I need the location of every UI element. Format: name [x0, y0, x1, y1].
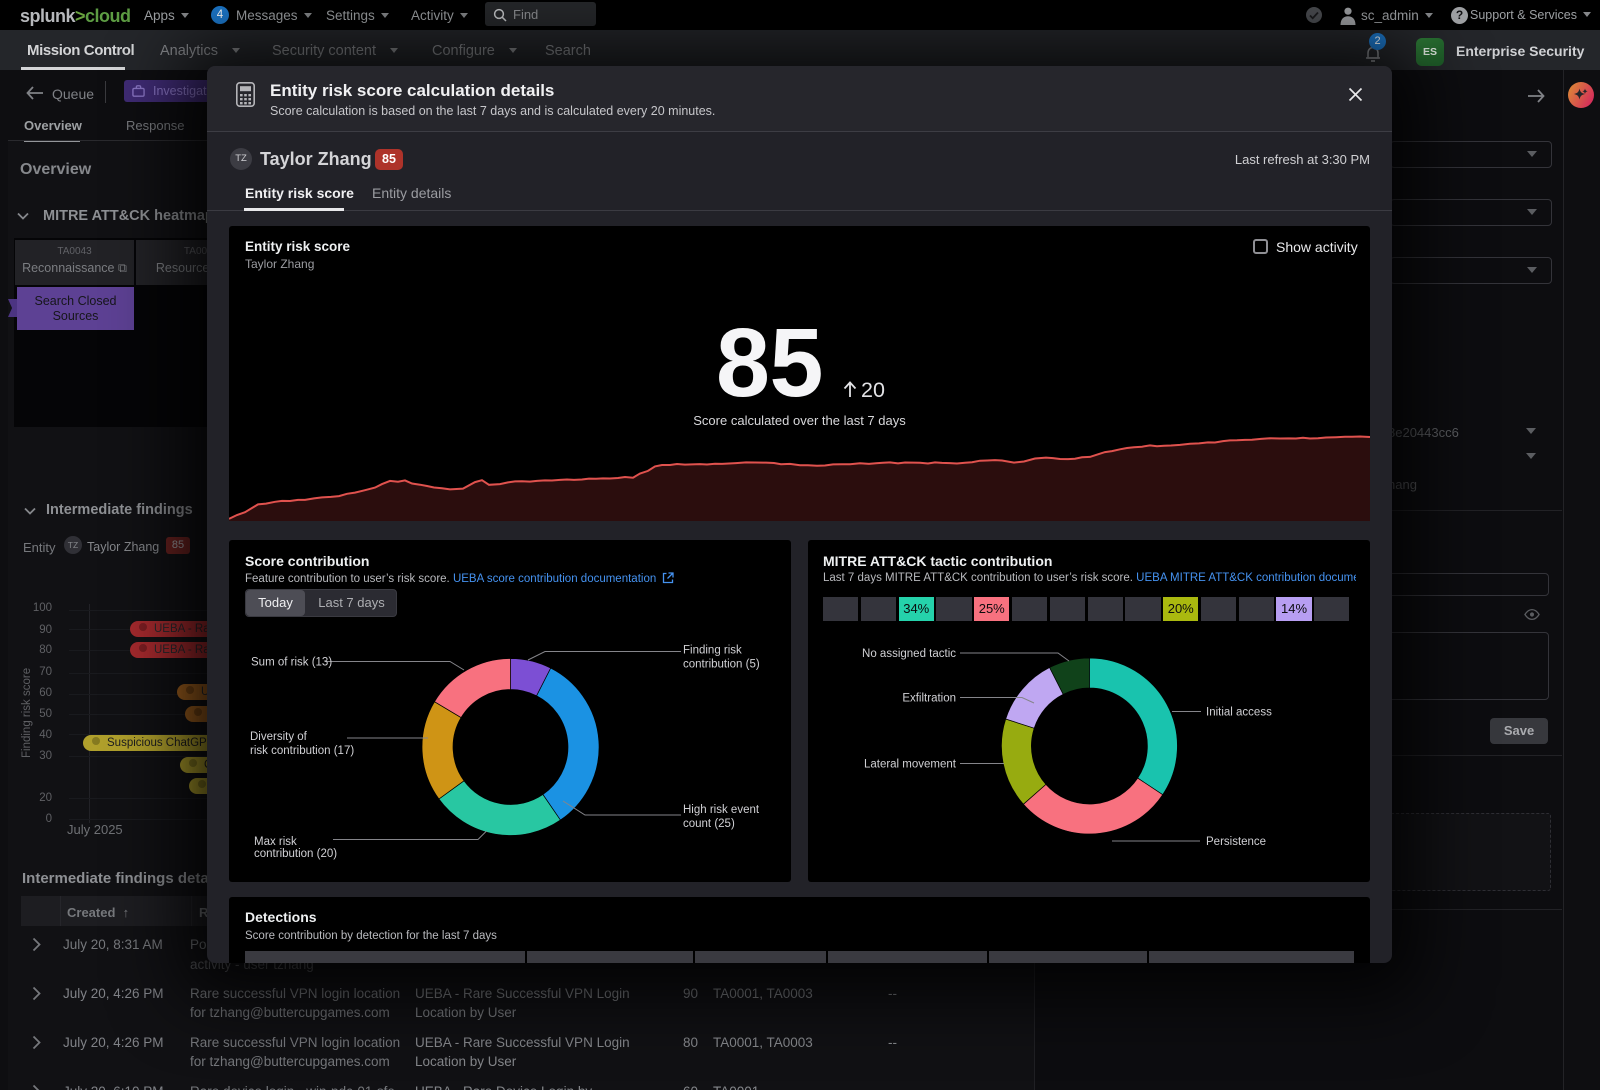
svg-text:Persistence: Persistence — [1206, 836, 1266, 848]
svg-text:contribution (20): contribution (20) — [254, 848, 337, 860]
svg-text:count (25): count (25) — [683, 818, 735, 830]
svg-text:Initial access: Initial access — [1206, 707, 1272, 719]
svg-text:High risk event: High risk event — [683, 804, 760, 816]
svg-text:risk contribution (17): risk contribution (17) — [250, 745, 354, 757]
svg-text:Lateral movement: Lateral movement — [864, 759, 957, 771]
svg-text:No assigned tactic: No assigned tactic — [862, 648, 956, 660]
svg-text:contribution (5): contribution (5) — [683, 659, 760, 671]
svg-text:Exfiltration: Exfiltration — [902, 693, 956, 705]
svg-text:Finding risk: Finding risk — [683, 645, 742, 657]
svg-text:Sum of risk (13): Sum of risk (13) — [251, 657, 332, 669]
svg-text:Max risk: Max risk — [254, 836, 297, 848]
svg-text:Diversity of: Diversity of — [250, 731, 308, 743]
